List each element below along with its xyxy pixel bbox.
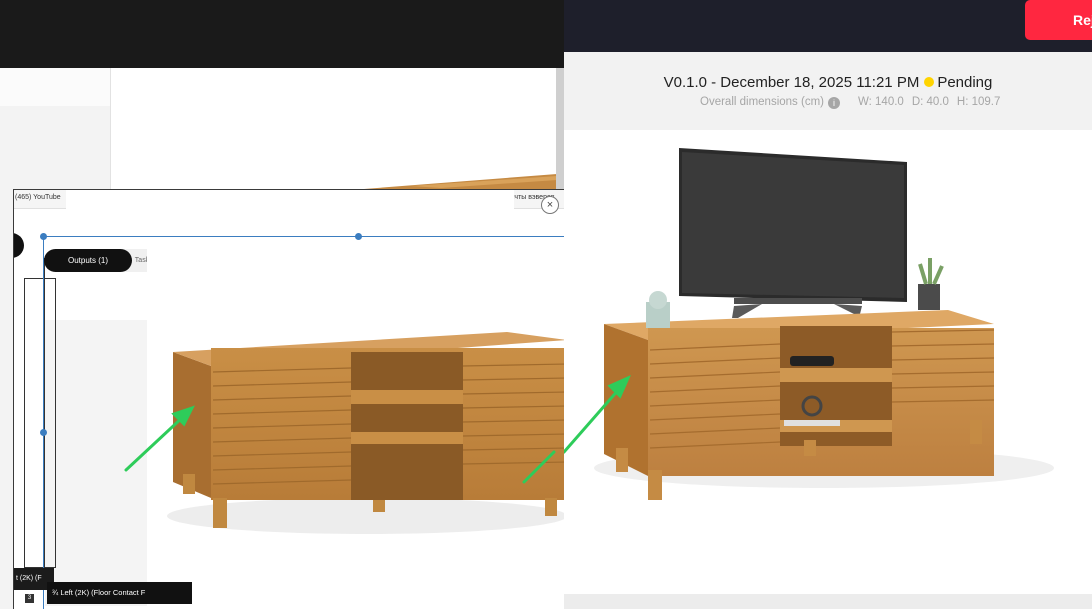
version-review-screen: Rej V0.1.0 - December 18, 2025 11:21 PM P… [564,0,1092,609]
dimension-height: H: 109.7 [956,96,1001,108]
background-image-panel [110,68,558,190]
asset-preview-modal: (465) YouTube счты вэверов × Task Output… [13,189,564,609]
background-cabinet-edge [351,174,557,190]
bottom-bar [564,594,1092,609]
top-bar: Rej [564,0,1092,52]
annotation-arrows [124,405,556,484]
left-band [0,68,110,106]
reject-button[interactable]: Rej [1025,0,1092,40]
left-divider [556,68,564,190]
annotation-arrow-left [124,414,186,472]
dimension-width: W: 140.0 [857,96,904,108]
version-title: V0.1.0 - December 18, 2025 11:21 PM [663,74,920,91]
left-screen: (465) YouTube счты вэверов × Task Output… [0,0,564,609]
info-icon[interactable]: i [827,97,840,109]
dimensions-row: Overall dimensions (cm) i W: 140.0 D: 40.0 H… [700,96,1000,109]
status-label: Pending [937,74,993,91]
dimensions-label: Overall dimensions (cm) [700,96,824,108]
dimension-depth: D: 40.0 [911,96,949,108]
annotation-arrow-middle [522,450,556,484]
status-dot-icon [924,77,935,87]
left-top-bar [0,0,564,68]
version-title-line: V0.1.0 - December 18, 2025 11:21 PM Pendi… [564,74,1092,91]
tv-stand-render [564,148,1054,500]
render-viewer[interactable] [564,130,1092,594]
